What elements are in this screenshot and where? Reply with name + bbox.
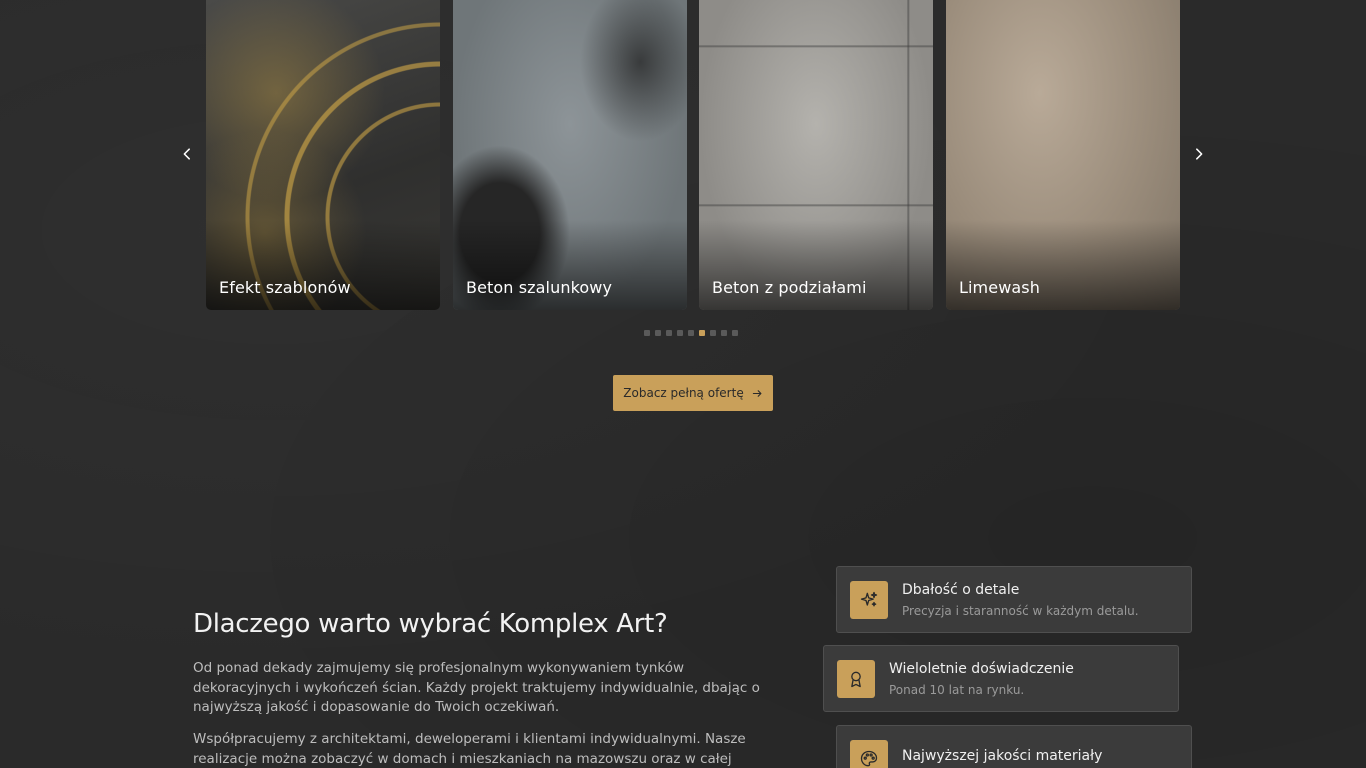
chevron-left-icon bbox=[183, 148, 190, 160]
card-label: Beton szalunkowy bbox=[466, 278, 613, 297]
carousel-dot[interactable] bbox=[721, 330, 727, 336]
feature-description: Ponad 10 lat na rynku. bbox=[889, 682, 1025, 697]
carousel-dot[interactable] bbox=[688, 330, 694, 336]
feature-title: Najwyższej jakości materiały bbox=[902, 747, 1103, 764]
feature-description: Precyzja i staranność w każdym detalu. bbox=[902, 603, 1139, 618]
card-label: Limewash bbox=[959, 278, 1040, 297]
feature-card-materials: Najwyższej jakości materiały bbox=[836, 725, 1192, 768]
see-full-offer-button[interactable]: Zobacz pełną ofertę bbox=[613, 375, 773, 411]
arrow-right-icon bbox=[752, 389, 762, 397]
palette-icon bbox=[860, 750, 878, 766]
section-title: Dlaczego warto wybrać Komplex Art? bbox=[193, 609, 668, 639]
award-icon bbox=[851, 671, 861, 687]
feature-icon-box bbox=[850, 580, 888, 619]
feature-icon-box bbox=[850, 739, 888, 768]
intro-paragraph: Od ponad dekady zajmujemy się profesjona… bbox=[193, 660, 760, 715]
carousel-prev-button[interactable] bbox=[176, 143, 198, 165]
carousel-card-divided-concrete[interactable]: Beton z podziałami bbox=[699, 0, 933, 310]
card-label: Efekt szablonów bbox=[219, 278, 351, 297]
carousel-card-formwork-concrete[interactable]: Beton szalunkowy bbox=[453, 0, 687, 310]
sparkles-icon bbox=[860, 591, 878, 606]
feature-card-attention-to-detail: Dbałość o detale Precyzja i staranność w… bbox=[836, 566, 1192, 633]
feature-title: Dbałość o detale bbox=[902, 581, 1020, 598]
feature-title: Wieloletnie doświadczenie bbox=[889, 660, 1074, 677]
feature-card-experience: Wieloletnie doświadczenie Ponad 10 lat n… bbox=[823, 645, 1179, 712]
services-carousel: Efekt szablonów Beton szalunkowy Beton z… bbox=[0, 0, 1366, 345]
collaboration-paragraph: Współpracujemy z architektami, deweloper… bbox=[193, 731, 746, 767]
chevron-right-icon bbox=[1196, 148, 1203, 160]
carousel-dot[interactable] bbox=[710, 330, 716, 336]
carousel-dot[interactable] bbox=[677, 330, 683, 336]
carousel-dot[interactable] bbox=[699, 330, 705, 336]
carousel-card-stencil-effect[interactable]: Efekt szablonów bbox=[206, 0, 440, 310]
carousel-next-button[interactable] bbox=[1188, 143, 1210, 165]
carousel-dot[interactable] bbox=[666, 330, 672, 336]
carousel-dot[interactable] bbox=[644, 330, 650, 336]
cta-label: Zobacz pełną ofertę bbox=[623, 386, 744, 400]
carousel-card-limewash[interactable]: Limewash bbox=[946, 0, 1180, 310]
feature-icon-box bbox=[837, 659, 875, 698]
card-label: Beton z podziałami bbox=[712, 278, 867, 297]
carousel-dot[interactable] bbox=[732, 330, 738, 336]
carousel-dot[interactable] bbox=[655, 330, 661, 336]
carousel-pagination bbox=[644, 330, 738, 336]
